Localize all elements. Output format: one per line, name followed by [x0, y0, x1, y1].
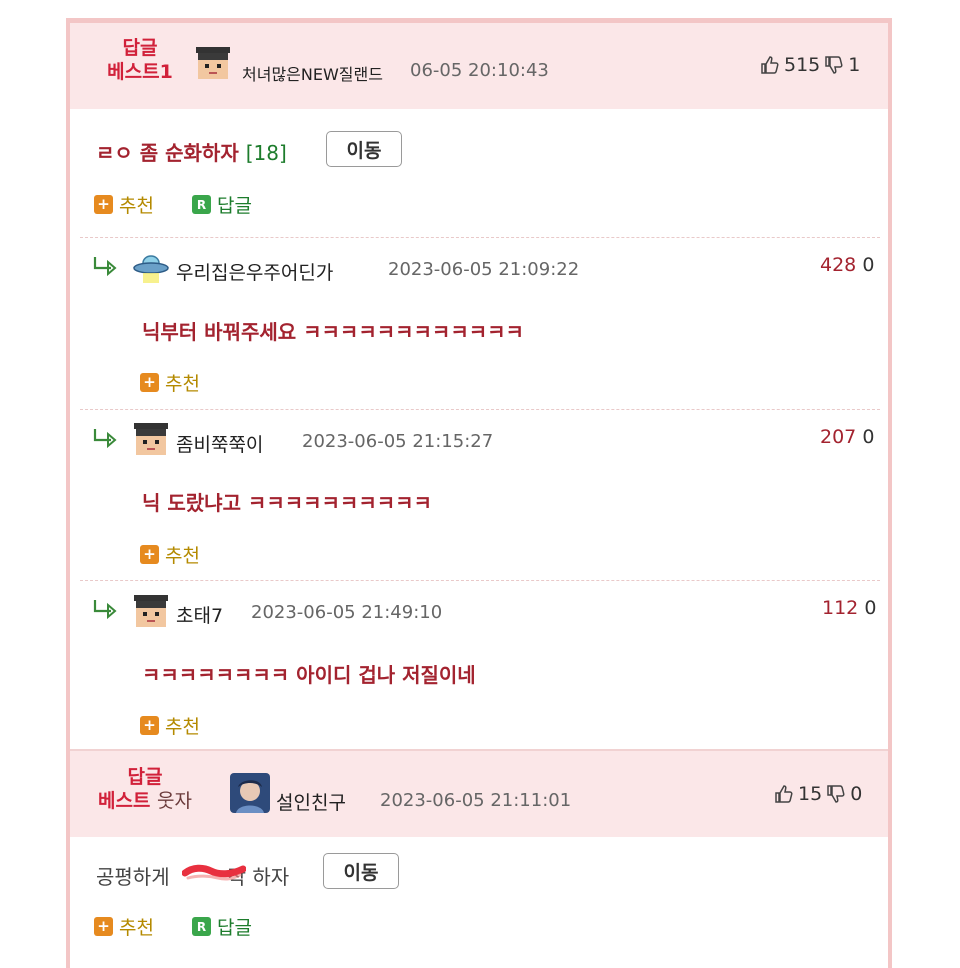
reply-r-icon: R — [192, 195, 211, 214]
best-badge-top: 답글 — [122, 37, 158, 59]
reply-nickname[interactable]: 초태7 — [176, 601, 223, 628]
reply-like-count: 207 — [820, 426, 857, 448]
reply-button[interactable]: R 답글 — [192, 191, 252, 218]
post-title-before: 공평하게 — [96, 865, 170, 889]
vote-counts: 515 1 — [760, 54, 860, 76]
vote-counts: 15 0 — [774, 783, 862, 805]
like-count: 15 — [798, 783, 823, 805]
move-button[interactable]: 이동 — [326, 131, 402, 167]
reply-score: 207 0 — [820, 426, 874, 448]
best-badge-category: 웃자 — [157, 790, 193, 812]
like-count: 515 — [784, 54, 821, 76]
reply-text: ㅋㅋㅋㅋㅋㅋㅋㅋ 아이디 겁나 저질이네 — [142, 663, 476, 687]
recommend-button[interactable]: + 추천 — [140, 541, 200, 568]
reply-date: 2023-06-05 21:49:10 — [251, 602, 443, 623]
reply-button[interactable]: R 답글 — [192, 913, 252, 940]
reply-dislike-count: 0 — [864, 597, 877, 619]
reply-date: 2023-06-05 21:15:27 — [302, 431, 494, 452]
recommend-label: 추천 — [119, 917, 154, 939]
reply-dislike-count: 0 — [862, 426, 875, 448]
reply-dislike-count: 0 — [862, 254, 875, 276]
post-title[interactable]: ㄹㅇ 좀 순화하자 [18] — [96, 137, 287, 166]
move-button[interactable]: 이동 — [323, 853, 399, 889]
reply-arrow-icon — [93, 600, 117, 620]
reply-nickname[interactable]: 우리집은우주어딘가 — [176, 258, 333, 285]
reply-nickname[interactable]: 좀비쭉쭉이 — [176, 430, 263, 457]
best-badge: 답글 베스트 웃자 — [90, 765, 200, 813]
best-badge-bottom: 베스트 — [97, 790, 151, 812]
author-nickname[interactable]: 처녀많은NEW질랜드 — [242, 61, 383, 85]
recommend-button[interactable]: + 추천 — [140, 369, 200, 396]
plus-icon: + — [140, 716, 159, 735]
post-date: 2023-06-05 21:11:01 — [380, 790, 572, 811]
thumbs-down-icon[interactable] — [824, 55, 844, 75]
recommend-button[interactable]: + 추천 — [140, 712, 200, 739]
reply-date: 2023-06-05 21:09:22 — [388, 259, 580, 280]
redaction-scribble — [182, 864, 246, 881]
post-date: 06-05 20:10:43 — [410, 60, 549, 81]
best-badge-bottom: 베스트1 — [107, 61, 173, 83]
divider — [80, 409, 880, 410]
thumbs-down-icon[interactable] — [826, 784, 846, 804]
thumbs-up-icon[interactable] — [774, 784, 794, 804]
pixel-face-icon — [134, 423, 168, 455]
author-nickname[interactable]: 설인친구 — [276, 788, 346, 815]
recommend-label: 추천 — [165, 716, 200, 738]
dislike-count: 0 — [850, 783, 863, 805]
best-badge-top: 답글 — [127, 766, 163, 788]
best-reply-header: 답글 베스트1 처녀많은NEW질랜드 06-05 20:10:43 515 1 — [70, 23, 888, 109]
divider — [80, 237, 880, 238]
reply-arrow-icon — [93, 429, 117, 449]
recommend-button[interactable]: + 추천 — [94, 191, 154, 218]
plus-icon: + — [140, 545, 159, 564]
reply-text: 닉 도랐냐고 ㅋㅋㅋㅋㅋㅋㅋㅋㅋㅋ — [142, 491, 432, 515]
plus-icon: + — [94, 195, 113, 214]
reply-label: 답글 — [217, 917, 252, 939]
character-avatar-icon — [230, 773, 270, 813]
best-reply-header: 답글 베스트 웃자 설인친구 2023-06-05 21:11:01 15 0 — [70, 751, 888, 837]
recommend-label: 추천 — [119, 195, 154, 217]
recommend-label: 추천 — [165, 545, 200, 567]
divider — [80, 580, 880, 581]
reply-arrow-icon — [93, 257, 117, 277]
recommend-label: 추천 — [165, 373, 200, 395]
best-badge: 답글 베스트1 — [100, 36, 180, 84]
comment-board: 답글 베스트1 처녀많은NEW질랜드 06-05 20:10:43 515 1 … — [66, 18, 892, 968]
pixel-face-icon — [134, 595, 168, 627]
dislike-count: 1 — [848, 54, 861, 76]
reply-score: 112 0 — [822, 597, 876, 619]
reply-like-count: 112 — [822, 597, 859, 619]
comment-count: [18] — [245, 141, 287, 165]
thumbs-up-icon[interactable] — [760, 55, 780, 75]
recommend-button[interactable]: + 추천 — [94, 913, 154, 940]
plus-icon: + — [140, 373, 159, 392]
pixel-face-icon — [196, 47, 230, 79]
reply-score: 428 0 — [820, 254, 874, 276]
reply-label: 답글 — [217, 195, 252, 217]
post-title-text: ㄹㅇ 좀 순화하자 — [96, 141, 239, 165]
ufo-icon — [133, 255, 169, 283]
reply-text: 닉부터 바꿔주세요 ㅋㅋㅋㅋㅋㅋㅋㅋㅋㅋㅋㅋ — [142, 320, 524, 344]
plus-icon: + — [94, 917, 113, 936]
reply-r-icon: R — [192, 917, 211, 936]
reply-like-count: 428 — [820, 254, 857, 276]
